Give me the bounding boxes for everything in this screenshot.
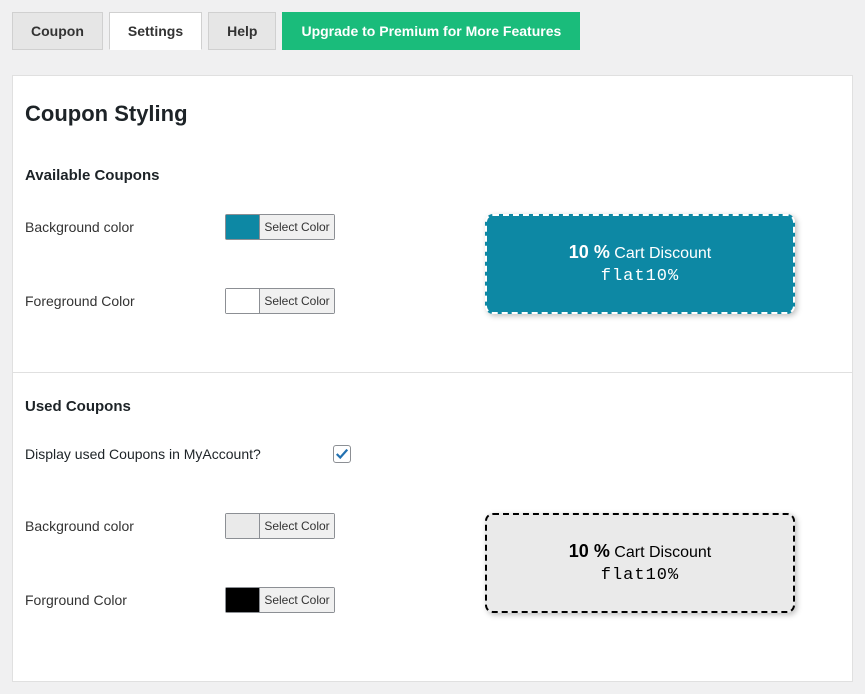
used-bg-label: Background color [25,513,225,534]
used-bg-swatch[interactable] [226,514,260,538]
avail-fg-select-button[interactable]: Select Color [260,289,334,313]
tab-bar: Coupon Settings Help Upgrade to Premium … [12,12,853,50]
display-used-label: Display used Coupons in MyAccount? [25,446,333,462]
avail-preview-discount: 10 % [569,242,610,262]
page-title: Coupon Styling [25,101,832,127]
settings-panel: Coupon Styling Available Coupons Backgro… [12,75,853,682]
tab-coupon[interactable]: Coupon [12,12,103,50]
used-fg-select-button[interactable]: Select Color [260,588,334,612]
avail-bg-colorpicker[interactable]: Select Color [225,214,335,240]
avail-preview-text: Cart Discount [614,245,711,262]
available-coupons-title: Available Coupons [25,167,832,184]
avail-preview-code: flat10% [601,267,679,286]
avail-preview-line1: 10 % Cart Discount [569,242,711,263]
used-fg-swatch[interactable] [226,588,260,612]
avail-fg-swatch[interactable] [226,289,260,313]
checkmark-icon [335,447,349,461]
tab-settings[interactable]: Settings [109,12,202,50]
used-preview-text: Cart Discount [614,544,711,561]
tab-premium[interactable]: Upgrade to Premium for More Features [282,12,580,50]
tab-help[interactable]: Help [208,12,276,50]
used-preview-discount: 10 % [569,541,610,561]
avail-bg-label: Background color [25,214,225,235]
used-preview-code: flat10% [601,566,679,585]
used-coupon-preview: 10 % Cart Discount flat10% [485,513,795,613]
used-fg-colorpicker[interactable]: Select Color [225,587,335,613]
avail-fg-colorpicker[interactable]: Select Color [225,288,335,314]
avail-bg-select-button[interactable]: Select Color [260,215,334,239]
used-coupons-title: Used Coupons [25,398,832,415]
used-bg-select-button[interactable]: Select Color [260,514,334,538]
avail-fg-label: Foreground Color [25,288,225,309]
avail-bg-swatch[interactable] [226,215,260,239]
display-used-checkbox[interactable] [333,445,351,463]
used-bg-colorpicker[interactable]: Select Color [225,513,335,539]
section-divider [13,372,852,373]
used-fg-label: Forground Color [25,587,225,608]
avail-coupon-preview: 10 % Cart Discount flat10% [485,214,795,314]
used-preview-line1: 10 % Cart Discount [569,541,711,562]
